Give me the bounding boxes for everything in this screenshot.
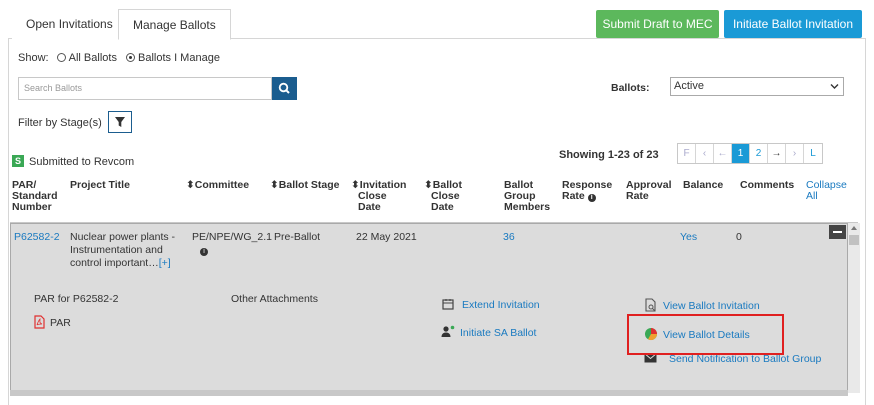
group-members-link[interactable]: 36	[503, 231, 515, 244]
show-label: Show:	[18, 52, 49, 64]
submitted-badge: S	[12, 155, 24, 167]
par-number-link[interactable]: P62582-2	[14, 231, 60, 244]
ballots-filter-label: Ballots:	[611, 82, 650, 94]
calendar-icon	[442, 299, 454, 310]
filter-stage-button[interactable]	[108, 111, 132, 133]
par-file-link[interactable]: PAR	[32, 315, 71, 330]
project-title: Nuclear power plants - Instrumentation an…	[70, 231, 176, 269]
info-icon[interactable]: i	[200, 248, 208, 256]
scrollbar-thumb[interactable]	[849, 235, 859, 245]
search-button[interactable]	[272, 77, 297, 100]
col-comments: Comments	[740, 179, 795, 191]
col-group-members: Ballot Group Members	[504, 179, 551, 213]
page-prev-arrow[interactable]: ←	[714, 144, 732, 163]
search-icon	[278, 82, 290, 94]
col-committee[interactable]: ⬍Committee	[186, 180, 249, 191]
page-next-small[interactable]: ›	[786, 144, 804, 163]
tab-open-invitations[interactable]: Open Invitations	[12, 9, 127, 39]
row-bottom-bar	[10, 390, 848, 396]
col-par: PAR/Standard Number	[12, 179, 58, 213]
chevron-down-icon	[830, 84, 839, 89]
show-filter: Show: All Ballots Ballots I Manage	[18, 52, 220, 64]
par-for-label: PAR for P62582-2	[34, 293, 119, 305]
col-project-title[interactable]: Project Title	[70, 180, 130, 191]
page-next-arrow[interactable]: →	[768, 144, 786, 163]
page-last[interactable]: L	[804, 144, 822, 163]
radio-all-ballots[interactable]: All Ballots	[56, 52, 117, 64]
tab-manage-ballots[interactable]: Manage Ballots	[118, 9, 231, 40]
expand-title-link[interactable]: [+]	[159, 257, 171, 269]
page-prev-small[interactable]: ‹	[696, 144, 714, 163]
info-icon: i	[587, 194, 596, 202]
collapse-row-icon[interactable]	[829, 225, 846, 239]
other-attachments-label: Other Attachments	[231, 293, 318, 305]
user-add-icon	[441, 325, 455, 337]
initiate-sa-ballot-link[interactable]: Initiate SA Ballot	[441, 325, 536, 340]
view-ballot-invitation-link[interactable]: View Ballot Invitation	[644, 298, 760, 313]
col-ballot-close[interactable]: ⬍Ballot Close Date	[424, 180, 462, 213]
page-first[interactable]: F	[678, 144, 696, 163]
scroll-up-icon[interactable]	[850, 225, 858, 231]
filter-icon	[115, 117, 125, 127]
page-1[interactable]: 1	[732, 144, 750, 163]
col-response-rate: Response Rate i	[562, 179, 613, 202]
extend-invitation-link[interactable]: Extend Invitation	[442, 298, 540, 312]
col-invitation-close[interactable]: ⬍Invitation Close Date	[351, 180, 406, 213]
pagination: F ‹ ← 1 2 → › L	[677, 143, 823, 164]
page-2[interactable]: 2	[750, 144, 768, 163]
col-balance: Balance	[683, 179, 724, 191]
showing-count: Showing 1-23 of 23	[559, 149, 659, 161]
collapse-all-link[interactable]: Collapse All	[806, 180, 847, 202]
submit-draft-button[interactable]: Submit Draft to MEC	[596, 10, 719, 38]
comments-value: 0	[736, 231, 742, 243]
col-approval-rate: Approval Rate	[626, 179, 672, 202]
col-ballot-stage[interactable]: ⬍Ballot Stage	[270, 180, 339, 191]
ballots-status-select[interactable]: Active	[670, 77, 844, 96]
invitation-close-value: 22 May 2021	[356, 231, 417, 243]
document-search-icon	[645, 298, 656, 312]
legend-text: Submitted to Revcom	[29, 156, 135, 168]
committee-value: PE/NPE/WG_2.1 i	[192, 231, 272, 256]
radio-checked-icon	[126, 53, 135, 62]
pdf-icon	[34, 315, 45, 329]
radio-icon	[56, 53, 66, 62]
filter-stage-label: Filter by Stage(s)	[18, 117, 102, 129]
search-input[interactable]: Search Ballots	[18, 77, 272, 100]
initiate-ballot-invitation-button[interactable]: Initiate Ballot Invitation	[724, 10, 862, 38]
balance-link[interactable]: Yes	[680, 231, 697, 244]
ballot-stage-value: Pre-Ballot	[274, 231, 321, 243]
radio-ballots-i-manage[interactable]: Ballots I Manage	[126, 52, 220, 64]
scrollbar[interactable]	[848, 223, 860, 393]
highlight-box	[627, 314, 784, 355]
